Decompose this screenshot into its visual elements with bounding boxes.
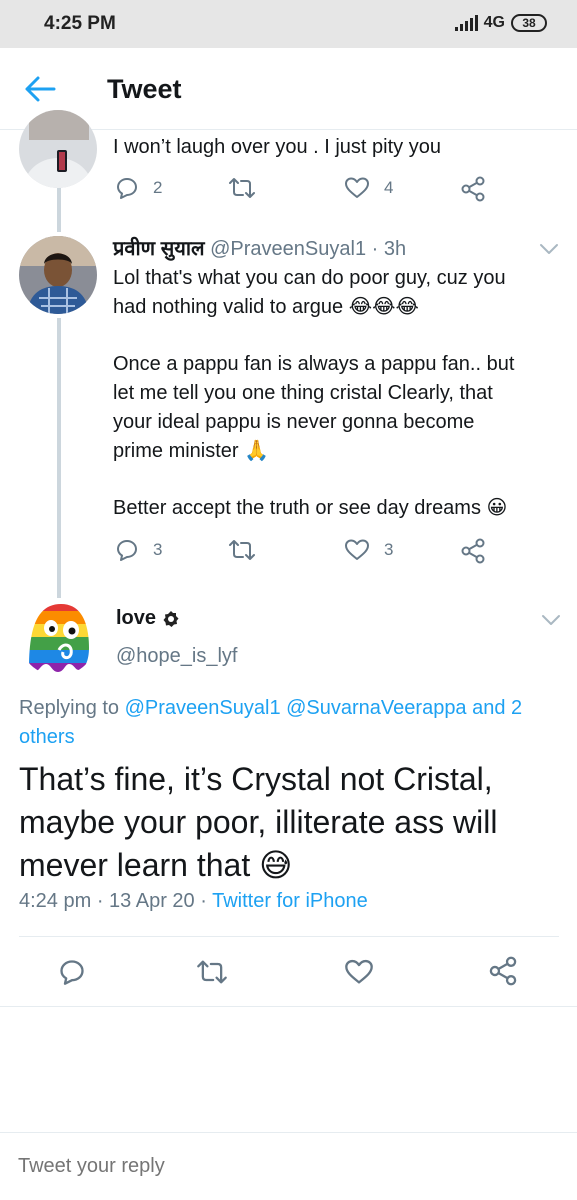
tweet-text: That’s fine, it’s Crystal not Cristal, m… bbox=[19, 758, 564, 887]
tweet-menu-button[interactable] bbox=[540, 613, 562, 627]
share-button[interactable] bbox=[488, 956, 518, 986]
divider bbox=[19, 936, 559, 937]
tweet-line: That’s fine, it’s Crystal not Cristal, bbox=[19, 761, 493, 797]
reply-button[interactable]: 3 bbox=[115, 538, 162, 562]
retweet-button[interactable] bbox=[228, 176, 256, 200]
comment-icon bbox=[60, 960, 84, 985]
author-name[interactable]: love bbox=[116, 607, 156, 630]
retweet-button[interactable] bbox=[196, 958, 228, 986]
chevron-down-icon bbox=[540, 244, 558, 254]
thread-line bbox=[57, 318, 61, 598]
arrow-left-icon bbox=[25, 76, 56, 102]
share-button[interactable] bbox=[460, 176, 486, 202]
like-count: 3 bbox=[384, 540, 394, 559]
signal-icon bbox=[454, 15, 478, 31]
tweet-line: your ideal pappu is never gonna become bbox=[113, 411, 475, 433]
author-name-row: love bbox=[116, 607, 180, 630]
comment-icon bbox=[117, 540, 137, 561]
retweet-icon bbox=[197, 960, 227, 984]
tweet-menu-button[interactable] bbox=[538, 242, 560, 256]
tweet-author: प्रवीण सुयाल @PraveenSuyal1 · 3h bbox=[113, 236, 406, 262]
comment-icon bbox=[117, 178, 137, 199]
reply-count: 2 bbox=[153, 178, 163, 197]
like-button[interactable]: 3 bbox=[344, 538, 393, 562]
like-count: 4 bbox=[384, 178, 394, 197]
author-handle[interactable]: @hope_is_lyf bbox=[116, 645, 237, 668]
tweet-line: mever learn that 😅 bbox=[19, 847, 293, 883]
heart-icon bbox=[345, 959, 373, 984]
tweet-meta: 4:24 pm · 13 Apr 20 · Twitter for iPhone bbox=[19, 890, 368, 913]
tweet-text: I won’t laugh over you . I just pity you bbox=[113, 136, 441, 158]
reply-composer bbox=[0, 1132, 577, 1200]
tweet-timestamp: 4:24 pm · 13 Apr 20 · bbox=[19, 890, 207, 912]
tweet-source-link[interactable]: Twitter for iPhone bbox=[212, 890, 368, 912]
app-header: Tweet bbox=[0, 48, 577, 130]
chevron-down-icon bbox=[542, 615, 560, 625]
page-title: Tweet bbox=[107, 74, 182, 104]
replying-to: Replying to @PraveenSuyal1 @SuvarnaVeera… bbox=[19, 694, 564, 752]
divider bbox=[0, 1006, 577, 1007]
tweet-line: Lol that's what you can do poor guy, cuz… bbox=[113, 267, 506, 289]
tweet-line: had nothing valid to argue 😂😂😂 bbox=[113, 296, 419, 318]
author-name[interactable]: प्रवीण सुयाल bbox=[113, 238, 205, 260]
share-icon bbox=[489, 956, 517, 986]
heart-icon bbox=[345, 177, 369, 198]
like-button[interactable] bbox=[344, 958, 374, 986]
tweet-line: maybe your poor, illiterate ass will bbox=[19, 804, 498, 840]
reply-button[interactable]: 2 bbox=[115, 176, 162, 200]
share-icon bbox=[461, 538, 485, 564]
status-indicators: 4G 38 bbox=[454, 14, 547, 32]
tweet-text: Lol that's what you can do poor guy, cuz… bbox=[113, 264, 563, 523]
tweet-line: let me tell you one thing cristal Clearl… bbox=[113, 382, 493, 404]
replying-prefix: Replying to bbox=[19, 697, 120, 719]
status-time: 4:25 PM bbox=[44, 13, 116, 34]
badge-icon bbox=[163, 610, 179, 627]
tweet-line: prime minister 🙏 bbox=[113, 440, 270, 462]
back-button[interactable] bbox=[22, 74, 58, 104]
reply-count: 3 bbox=[153, 540, 163, 559]
battery-icon: 38 bbox=[511, 14, 547, 32]
like-button[interactable]: 4 bbox=[344, 176, 393, 200]
avatar[interactable] bbox=[19, 598, 97, 676]
thread-line bbox=[57, 188, 61, 232]
tweet-time: · 3h bbox=[371, 238, 407, 260]
tweet-line: Better accept the truth or see day dream… bbox=[113, 497, 508, 519]
retweet-button[interactable] bbox=[228, 538, 256, 562]
avatar[interactable] bbox=[19, 236, 97, 314]
avatar[interactable] bbox=[19, 110, 97, 188]
retweet-icon bbox=[229, 540, 255, 560]
share-button[interactable] bbox=[460, 538, 486, 564]
share-icon bbox=[461, 176, 485, 202]
network-label: 4G bbox=[483, 14, 505, 31]
reply-input[interactable] bbox=[18, 1155, 538, 1178]
tweet-line: Once a pappu fan is always a pappu fan..… bbox=[113, 353, 515, 375]
status-bar: 4:25 PM 4G 38 bbox=[0, 0, 577, 48]
heart-icon bbox=[345, 539, 369, 560]
author-handle[interactable]: @PraveenSuyal1 bbox=[210, 238, 366, 260]
retweet-icon bbox=[229, 178, 255, 198]
reply-button[interactable] bbox=[58, 958, 86, 986]
